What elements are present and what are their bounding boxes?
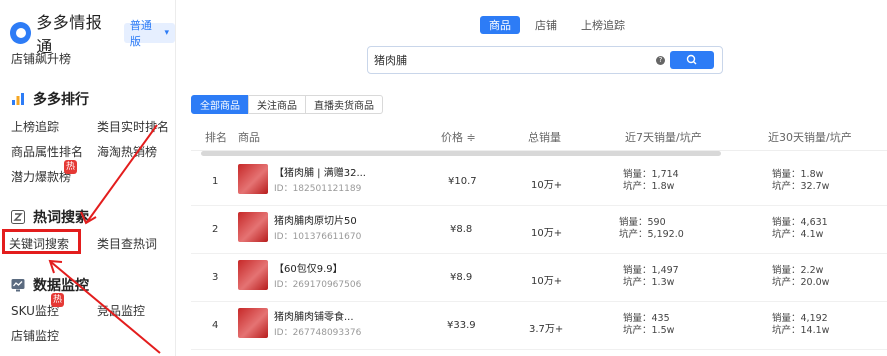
stat-7d: 销量：1,714 坑产：1.8w	[623, 169, 679, 193]
sidebar-item-competitor-monitor[interactable]: 竞品监控	[97, 302, 145, 319]
section-search: 热词搜索	[11, 207, 89, 227]
section-search-title: 热词搜索	[33, 210, 89, 226]
help-icon[interactable]: ?	[656, 56, 665, 65]
stat-7d-gmv: 坑产：1.8w	[623, 181, 675, 192]
product-thumbnail[interactable]	[238, 212, 268, 242]
stat-7d: 销量：590 坑产：5,192.0	[619, 217, 684, 241]
product-id: ID：182501121189	[274, 184, 362, 194]
hot-badge: 热	[64, 160, 77, 174]
search-icon	[686, 54, 697, 65]
search-input[interactable]	[374, 51, 644, 69]
product-id: ID：267748093376	[274, 328, 362, 338]
col-product: 商品	[238, 131, 260, 144]
tab-products[interactable]: 商品	[480, 16, 520, 34]
stat-7d-sales: 销量：590	[619, 217, 666, 228]
edition-label: 普通版	[129, 19, 152, 48]
section-monitor: 数据监控	[11, 275, 89, 295]
table-row[interactable]: 4 猪肉脯肉铺零食... ID：267748093376 ¥33.9 3.7万+…	[191, 302, 887, 350]
rank-cell: 3	[212, 272, 219, 283]
product-name[interactable]: 【60包仅9.9】	[274, 260, 389, 275]
stat-30d: 销量：1.8w 坑产：32.7w	[772, 169, 829, 193]
stat-7d-sales: 销量：435	[623, 313, 670, 324]
col-price[interactable]: 价格 ≑	[441, 129, 476, 145]
stat-30d-gmv: 坑产：4.1w	[772, 229, 824, 240]
stat-30d-gmv: 坑产：32.7w	[772, 181, 830, 192]
stat-7d-gmv: 坑产：5,192.0	[619, 229, 684, 240]
product-name[interactable]: 猪肉脯肉原切片50	[274, 212, 389, 227]
sidebar: 多多情报通 普通版 ▾ 店铺飙升榜 多多排行 上榜追踪 类目实时排名 商品属性排…	[0, 0, 176, 356]
product-thumbnail[interactable]	[238, 164, 268, 194]
stat-30d-gmv: 坑产：20.0w	[772, 277, 830, 288]
sidebar-item-shop-monitor[interactable]: 店铺监控	[11, 327, 59, 344]
col-total-sales: 总销量	[528, 131, 561, 144]
sidebar-item-attr-rank[interactable]: 商品属性排名	[11, 143, 83, 160]
price-cell: ¥8.9	[450, 272, 473, 283]
total-sales-cell: 10万+	[531, 180, 563, 191]
stat-7d: 销量：1,497 坑产：1.3w	[623, 265, 679, 289]
stat-7d-sales: 销量：1,497	[623, 265, 679, 276]
sidebar-item-shop-rising[interactable]: 店铺飙升榜	[11, 50, 71, 67]
price-cell: ¥8.8	[450, 224, 473, 235]
search-bar: ?	[367, 46, 723, 74]
search-button[interactable]	[670, 51, 714, 69]
top-tabs: 商品 店铺 上榜追踪	[480, 16, 634, 34]
highlight-box	[2, 229, 81, 254]
subtab-followed[interactable]: 关注商品	[248, 95, 306, 114]
sidebar-item-potential[interactable]: 潜力爆款榜	[11, 168, 71, 185]
table-row[interactable]: 3 【60包仅9.9】 ID：269170967506 ¥8.9 10万+ 销量…	[191, 254, 887, 302]
stat-30d: 销量：2.2w 坑产：20.0w	[772, 265, 829, 289]
product-thumbnail[interactable]	[238, 308, 268, 338]
col-7d: 近7天销量/坑产	[625, 131, 702, 144]
subtab-all[interactable]: 全部商品	[191, 95, 249, 114]
sub-tabs: 全部商品 关注商品 直播卖货商品	[191, 95, 383, 114]
stat-7d: 销量：435 坑产：1.5w	[623, 313, 674, 337]
sidebar-item-category-rank[interactable]: 类目实时排名	[97, 118, 169, 135]
sidebar-item-overseas[interactable]: 海淘热销榜	[97, 143, 157, 160]
subtab-live[interactable]: 直播卖货商品	[305, 95, 383, 114]
table-row[interactable]: 1 【猪肉脯 | 满赠32... ID：182501121189 ¥10.7 1…	[191, 158, 887, 206]
monitor-chart-icon	[11, 279, 25, 292]
sidebar-item-track[interactable]: 上榜追踪	[11, 118, 59, 135]
product-id: ID：101376611670	[274, 232, 362, 242]
table-row[interactable]: 2 猪肉脯肉原切片50 ID：101376611670 ¥8.8 10万+ 销量…	[191, 206, 887, 254]
stat-30d-sales: 销量：4,192	[772, 313, 828, 324]
stat-30d-sales: 销量：2.2w	[772, 265, 824, 276]
product-id: ID：269170967506	[274, 280, 362, 290]
stat-7d-gmv: 坑产：1.3w	[623, 277, 675, 288]
product-name[interactable]: 猪肉脯肉铺零食...	[274, 308, 389, 323]
chevron-down-icon: ▾	[164, 28, 169, 38]
rank-cell: 2	[212, 224, 219, 235]
stat-30d-sales: 销量：1.8w	[772, 169, 824, 180]
sidebar-item-category-hotword[interactable]: 类目查热词	[97, 235, 157, 252]
total-sales-cell: 3.7万+	[529, 324, 564, 335]
total-sales-cell: 10万+	[531, 228, 563, 239]
horizontal-scrollbar[interactable]	[201, 151, 721, 156]
product-name[interactable]: 【猪肉脯 | 满赠32...	[274, 164, 389, 179]
table-header: 排名 商品 价格 ≑ 总销量 近7天销量/坑产 近30天销量/坑产	[191, 121, 887, 151]
total-sales-cell: 10万+	[531, 276, 563, 287]
keyword-icon	[11, 210, 25, 224]
stat-7d-sales: 销量：1,714	[623, 169, 679, 180]
section-rank: 多多排行	[11, 89, 89, 109]
tab-track[interactable]: 上榜追踪	[572, 16, 634, 34]
stat-30d-sales: 销量：4,631	[772, 217, 828, 228]
stat-30d: 销量：4,631 坑产：4.1w	[772, 217, 828, 241]
stat-30d: 销量：4,192 坑产：14.1w	[772, 313, 829, 337]
section-rank-title: 多多排行	[33, 92, 89, 108]
rank-cell: 4	[212, 320, 219, 331]
bar-chart-icon	[12, 93, 24, 105]
section-monitor-title: 数据监控	[33, 278, 89, 294]
tab-shops[interactable]: 店铺	[526, 16, 566, 34]
hot-badge: 热	[51, 293, 64, 307]
stat-30d-gmv: 坑产：14.1w	[772, 325, 830, 336]
product-thumbnail[interactable]	[238, 260, 268, 290]
price-cell: ¥10.7	[448, 176, 477, 187]
stat-7d-gmv: 坑产：1.5w	[623, 325, 675, 336]
edition-selector[interactable]: 普通版 ▾	[123, 19, 175, 48]
price-cell: ¥33.9	[447, 320, 476, 331]
col-rank: 排名	[205, 131, 227, 144]
rank-cell: 1	[212, 176, 219, 187]
brand-logo-icon	[10, 22, 32, 44]
col-30d: 近30天销量/坑产	[768, 131, 852, 144]
